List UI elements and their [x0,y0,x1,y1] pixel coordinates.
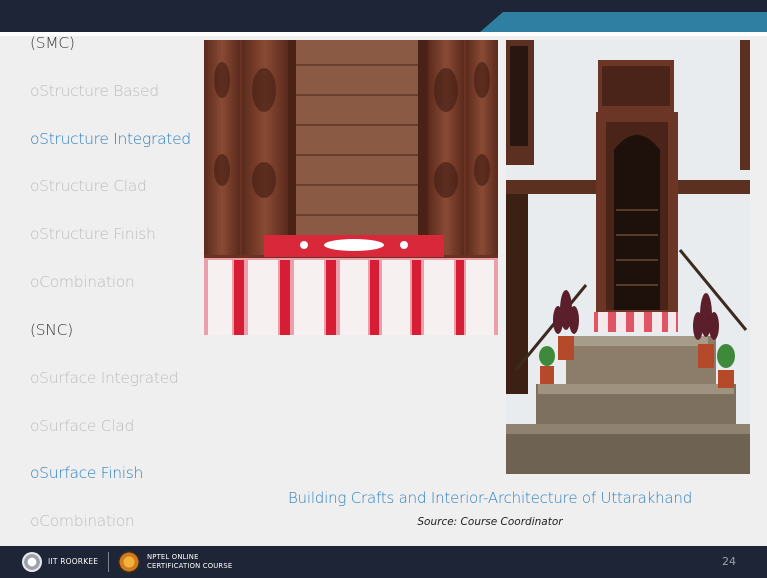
iit-roorkee-logo-icon [22,552,42,572]
nptel-logo-icon [118,551,140,573]
bullet-item: oCombination [30,273,135,291]
bullet-item: oStructure Integrated [30,130,191,148]
bullet-item: oStructure Finish [30,225,156,243]
image-caption: Building Crafts and Interior-Architectur… [287,489,693,507]
top-band-accent [480,12,767,32]
image-source: Source: Course Coordinator [417,516,563,528]
page-number: 24 [722,555,736,568]
bullet-item: oSurface Clad [30,417,135,435]
bullet-item: (SMC) [30,34,75,52]
bullet-item: (SNC) [30,321,73,339]
top-divider [0,32,767,36]
nptel-line-2: CERTIFICATION COURSE [147,562,233,570]
bullet-item: oSurface Integrated [30,369,179,387]
nptel-line-1: NPTEL ONLINE [147,553,199,561]
house-facade-photo [506,40,750,474]
footer-bar: IIT ROORKEE NPTEL ONLINE CERTIFICATION C… [0,546,767,578]
bullet-item: oSurface Finish [30,464,144,482]
institute-name: IIT ROORKEE [48,557,99,566]
slide: (SMC) oStructure Based oStructure Integr… [0,0,767,578]
bullet-item: oStructure Clad [30,177,147,195]
footer-divider [108,552,109,572]
bullet-item: oStructure Based [30,82,159,100]
doorway-textile-photo [204,40,498,335]
nptel-label: NPTEL ONLINE CERTIFICATION COURSE [147,553,232,571]
bullet-item: oCombination [30,512,135,530]
